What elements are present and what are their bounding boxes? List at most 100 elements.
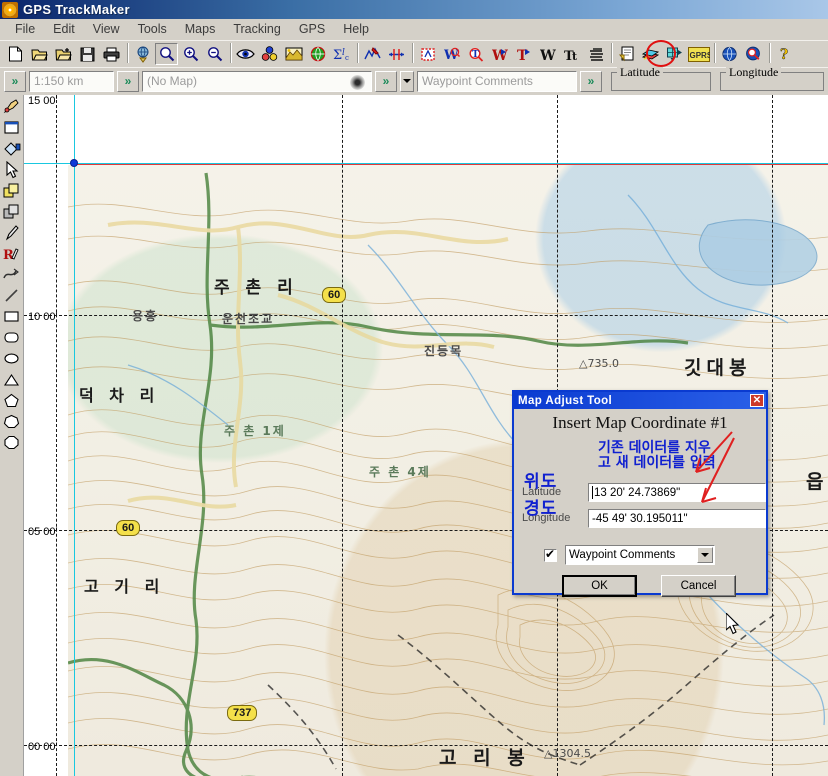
- menu-item-file[interactable]: File: [6, 20, 44, 38]
- save-icon[interactable]: [76, 43, 99, 65]
- svg-text:R: R: [3, 248, 14, 262]
- latitude-input[interactable]: 13 20' 24.73869": [588, 483, 766, 502]
- notes-icon[interactable]: [615, 43, 638, 65]
- pentagon-icon[interactable]: [1, 390, 22, 411]
- bold-w-icon[interactable]: W: [488, 43, 511, 65]
- map-name-value: (No Map): [147, 74, 198, 88]
- tt-label-icon[interactable]: Tt: [560, 43, 583, 65]
- map-adjust-tool-icon[interactable]: [663, 43, 686, 65]
- zoom-in-icon[interactable]: [179, 43, 202, 65]
- toolbar-separator: [124, 43, 131, 65]
- octagon-icon[interactable]: [1, 432, 22, 453]
- pencil-icon[interactable]: [1, 222, 22, 243]
- line-icon[interactable]: [1, 285, 22, 306]
- map-place-name: 고 리 봉: [439, 747, 530, 769]
- blue-globe-icon[interactable]: [718, 43, 741, 65]
- search-globe-icon[interactable]: [742, 43, 765, 65]
- w-label-icon[interactable]: W: [536, 43, 559, 65]
- join-tracks-icon[interactable]: [385, 43, 408, 65]
- korean-annotation-line-1: 기존 데이터를 지우: [598, 440, 711, 456]
- select-area-icon[interactable]: [416, 43, 439, 65]
- comments-combobox[interactable]: Waypoint Comments: [565, 545, 715, 565]
- ellipse-icon[interactable]: [1, 348, 22, 369]
- korean-annotation: 기존 데이터를 지우 고 새 데이터를 입력: [598, 441, 770, 471]
- map-adjust-tool-dialog[interactable]: Map Adjust Tool ✕ Insert Map Coordinate …: [512, 390, 770, 597]
- rounded-rect-icon[interactable]: [1, 327, 22, 348]
- gprs-icon[interactable]: GPRS: [687, 43, 710, 65]
- sigma-calc-icon[interactable]: Σlc: [330, 43, 353, 65]
- pan-zoom-icon[interactable]: [155, 43, 178, 65]
- layers-icon[interactable]: [584, 43, 607, 65]
- track-edit-icon[interactable]: [361, 43, 384, 65]
- waypoint-w-icon[interactable]: W: [440, 43, 463, 65]
- help-icon[interactable]: ?: [773, 43, 796, 65]
- toolbar-separator: [608, 43, 615, 65]
- zoom-out-icon[interactable]: [203, 43, 226, 65]
- profile-chart-icon[interactable]: [282, 43, 305, 65]
- green-globe-icon[interactable]: [306, 43, 329, 65]
- tt-text-icon[interactable]: T: [512, 43, 535, 65]
- cancel-button[interactable]: Cancel: [661, 575, 736, 597]
- comments-dropdown-button[interactable]: [400, 70, 414, 92]
- app-icon: [2, 1, 18, 18]
- find-waypoint-icon[interactable]: T: [464, 43, 487, 65]
- lat-tick-label-4: 00 00': [28, 741, 58, 753]
- map-layers-icon[interactable]: [639, 43, 662, 65]
- map-place-name: 덕 차 리: [79, 386, 160, 405]
- secondary-toolbar: » 1:150 km » (No Map) » Waypoint Comment…: [0, 64, 828, 94]
- heptagon-icon[interactable]: [1, 411, 22, 432]
- longitude-input-value: -45 49' 30.195011": [592, 512, 688, 525]
- triangle-icon[interactable]: [1, 369, 22, 390]
- rect-shape-icon[interactable]: [1, 306, 22, 327]
- longitude-readout-group: Longitude: [720, 64, 824, 91]
- scale-chevron-button[interactable]: »: [4, 70, 26, 92]
- menu-item-tracking[interactable]: Tracking: [224, 20, 289, 38]
- longitude-input[interactable]: -45 49' 30.195011": [588, 509, 766, 528]
- open-map-icon[interactable]: [52, 43, 75, 65]
- title-bar: GPS TrackMaker: [0, 0, 828, 19]
- new-file-icon[interactable]: [4, 43, 27, 65]
- chevron-down-icon[interactable]: [697, 547, 713, 563]
- color-palette-icon[interactable]: [258, 43, 281, 65]
- map-chevron-button[interactable]: »: [117, 70, 139, 92]
- ok-button[interactable]: OK: [562, 575, 637, 597]
- menu-item-gps[interactable]: GPS: [290, 20, 334, 38]
- main-toolbar: Σl c W T W T W Tt GPRS?: [0, 40, 828, 67]
- comments-combobox-value: Waypoint Comments: [569, 549, 676, 561]
- rectangle-select-icon[interactable]: [1, 117, 22, 138]
- curve-icon[interactable]: [1, 264, 22, 285]
- toolbar-separator: [766, 43, 773, 65]
- copy-shapes-icon[interactable]: [1, 180, 22, 201]
- use-comments-checkbox[interactable]: [544, 547, 557, 562]
- duplicate-icon[interactable]: [1, 201, 22, 222]
- longitude-row: Longitude 경도 -45 49' 30.195011": [522, 499, 766, 529]
- window-title: GPS TrackMaker: [23, 2, 130, 17]
- menu-item-help[interactable]: Help: [334, 20, 378, 38]
- svg-text:?: ?: [780, 47, 788, 62]
- menu-item-tools[interactable]: Tools: [129, 20, 176, 38]
- hand-draw-icon[interactable]: [1, 96, 22, 117]
- eye-visibility-icon[interactable]: [234, 43, 257, 65]
- map-anchor-point[interactable]: [70, 159, 78, 167]
- map-place-name: 용흥: [132, 309, 159, 323]
- scale-field[interactable]: 1:150 km: [29, 70, 114, 92]
- paint-bucket-icon[interactable]: [1, 138, 22, 159]
- comments-chevron-button[interactable]: »: [375, 70, 397, 92]
- pointer-arrow-icon[interactable]: [1, 159, 22, 180]
- eraser-red-icon[interactable]: R: [1, 243, 22, 264]
- road-badge: 60: [322, 287, 347, 303]
- toolbar-separator: [409, 43, 416, 65]
- coords-chevron-button[interactable]: »: [580, 70, 602, 92]
- open-file-icon[interactable]: [28, 43, 51, 65]
- menu-item-view[interactable]: View: [84, 20, 129, 38]
- dialog-close-button[interactable]: ✕: [750, 394, 764, 407]
- comments-row: Waypoint Comments: [544, 545, 715, 565]
- waypoint-comments-field[interactable]: Waypoint Comments: [417, 70, 577, 92]
- globe-pin-icon[interactable]: [131, 43, 154, 65]
- map-place-name: 주 촌 4제: [369, 465, 431, 479]
- map-name-field[interactable]: (No Map): [142, 70, 372, 92]
- menu-item-edit[interactable]: Edit: [44, 20, 84, 38]
- print-icon[interactable]: [100, 43, 123, 65]
- korean-annotation-line-2: 고 새 데이터를 입력: [598, 455, 716, 471]
- menu-item-maps[interactable]: Maps: [176, 20, 225, 38]
